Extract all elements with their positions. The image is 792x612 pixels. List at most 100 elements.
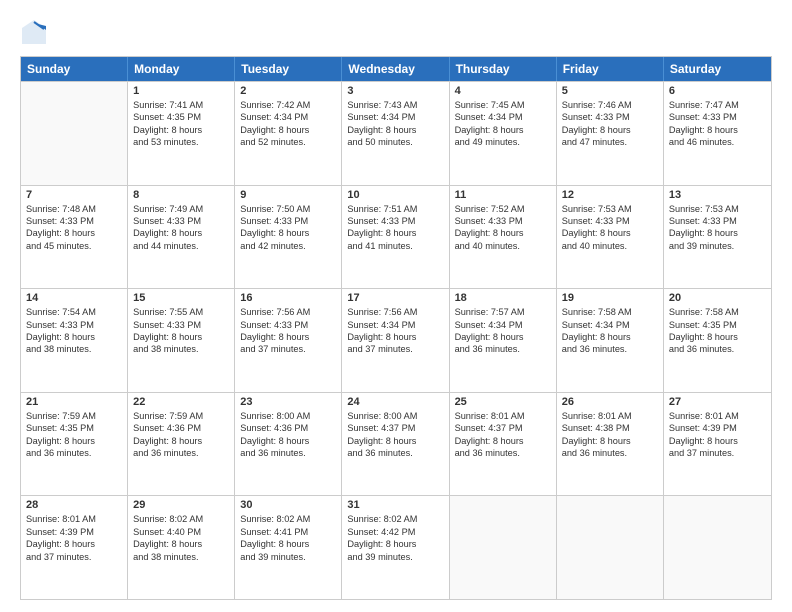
cal-week-row: 14Sunrise: 7:54 AMSunset: 4:33 PMDayligh… (21, 288, 771, 392)
day-number: 1 (133, 85, 229, 97)
sunrise-text: Sunrise: 7:59 AM (133, 410, 229, 422)
sunrise-text: Sunrise: 7:51 AM (347, 203, 443, 215)
daylight-label: Daylight: 8 hours (347, 435, 443, 447)
sunset-text: Sunset: 4:33 PM (133, 215, 229, 227)
sunrise-text: Sunrise: 8:01 AM (562, 410, 658, 422)
cal-cell: 26Sunrise: 8:01 AMSunset: 4:38 PMDayligh… (557, 393, 664, 496)
daylight-label: Daylight: 8 hours (240, 435, 336, 447)
sunset-text: Sunset: 4:39 PM (26, 526, 122, 538)
cal-cell: 18Sunrise: 7:57 AMSunset: 4:34 PMDayligh… (450, 289, 557, 392)
sunrise-text: Sunrise: 7:50 AM (240, 203, 336, 215)
daylight-label: Daylight: 8 hours (133, 227, 229, 239)
cal-cell: 17Sunrise: 7:56 AMSunset: 4:34 PMDayligh… (342, 289, 449, 392)
sunset-text: Sunset: 4:36 PM (133, 422, 229, 434)
sunrise-text: Sunrise: 7:56 AM (240, 306, 336, 318)
day-number: 3 (347, 85, 443, 97)
day-number: 4 (455, 85, 551, 97)
sunset-text: Sunset: 4:34 PM (562, 319, 658, 331)
daylight-minutes: and 37 minutes. (240, 343, 336, 355)
header (20, 18, 772, 46)
sunset-text: Sunset: 4:40 PM (133, 526, 229, 538)
sunset-text: Sunset: 4:33 PM (669, 111, 766, 123)
cal-week-row: 21 Sunrise: 7:59 AM Sunset: 4:35 PM Dayligh… (21, 392, 771, 496)
sunrise-text: Sunrise: 7:41 AM (133, 99, 229, 111)
daylight-label: Daylight: 8 hours (240, 227, 336, 239)
day-number: 10 (347, 189, 443, 201)
sunset-text: Sunset: 4:37 PM (455, 422, 551, 434)
day-number: 12 (562, 189, 658, 201)
day-number: 8 (133, 189, 229, 201)
sunrise-text: Sunrise: 8:02 AM (240, 513, 336, 525)
cal-week-row: 28Sunrise: 8:01 AMSunset: 4:39 PMDayligh… (21, 495, 771, 599)
sunrise-text: Sunrise: 8:01 AM (669, 410, 766, 422)
cal-cell: 8 Sunrise: 7:49 AMSunset: 4:33 PMDaylight… (128, 186, 235, 289)
sunset-text: Sunset: 4:33 PM (26, 215, 122, 227)
sunrise-text: Sunrise: 8:00 AM (347, 410, 443, 422)
sunset-text: Sunset: 4:34 PM (240, 111, 336, 123)
daylight-minutes: and 36 minutes. (562, 447, 658, 459)
cal-cell: 15Sunrise: 7:55 AMSunset: 4:33 PMDayligh… (128, 289, 235, 392)
cal-header-day: Wednesday (342, 57, 449, 81)
sunset-text: Sunset: 4:42 PM (347, 526, 443, 538)
sunrise-text: Sunrise: 8:02 AM (347, 513, 443, 525)
cal-cell: 7Sunrise: 7:48 AMSunset: 4:33 PMDaylight… (21, 186, 128, 289)
daylight-label: Daylight: 8 hours (240, 538, 336, 550)
daylight-label: Daylight: 8 hours (455, 124, 551, 136)
daylight-minutes: and 36 minutes. (133, 447, 229, 459)
day-number: 21 (26, 396, 122, 408)
daylight-minutes: and 47 minutes. (562, 136, 658, 148)
day-number: 16 (240, 292, 336, 304)
cal-cell (450, 496, 557, 599)
day-number: 17 (347, 292, 443, 304)
cal-cell: 3Sunrise: 7:43 AMSunset: 4:34 PMDaylight… (342, 82, 449, 185)
cal-cell: 25Sunrise: 8:01 AMSunset: 4:37 PMDayligh… (450, 393, 557, 496)
sunset-text: Sunset: 4:35 PM (26, 422, 122, 434)
cal-cell: 5Sunrise: 7:46 AMSunset: 4:33 PMDaylight… (557, 82, 664, 185)
logo-icon (20, 18, 48, 46)
daylight-minutes: and 38 minutes. (133, 343, 229, 355)
daylight-minutes: and 46 minutes. (669, 136, 766, 148)
day-number: 19 (562, 292, 658, 304)
cal-cell: 22Sunrise: 7:59 AMSunset: 4:36 PMDayligh… (128, 393, 235, 496)
daylight-label: Daylight: 8 hours (669, 435, 766, 447)
daylight-minutes: and 42 minutes. (240, 240, 336, 252)
sunset-text: Sunset: 4:33 PM (133, 319, 229, 331)
calendar: SundayMondayTuesdayWednesdayThursdayFrid… (20, 56, 772, 600)
daylight-label: Daylight: 8 hours (669, 331, 766, 343)
cal-cell: 11Sunrise: 7:52 AMSunset: 4:33 PMDayligh… (450, 186, 557, 289)
cal-cell: 19Sunrise: 7:58 AMSunset: 4:34 PMDayligh… (557, 289, 664, 392)
cal-cell: 21Sunrise: 7:59 AMSunset: 4:35 PMDayligh… (21, 393, 128, 496)
sunrise-text: Sunrise: 7:58 AM (562, 306, 658, 318)
cal-cell: 1Sunrise: 7:41 AMSunset: 4:35 PMDaylight… (128, 82, 235, 185)
day-number: 23 (240, 396, 336, 408)
day-number: 5 (562, 85, 658, 97)
day-number: 11 (455, 189, 551, 201)
daylight-minutes: and 41 minutes. (347, 240, 443, 252)
sunrise-text: Sunrise: 7:49 AM (133, 203, 229, 215)
sunrise-text: Sunrise: 7:43 AM (347, 99, 443, 111)
daylight-label: Daylight: 8 hours (455, 435, 551, 447)
cal-cell: 30Sunrise: 8:02 AMSunset: 4:41 PMDayligh… (235, 496, 342, 599)
sunset-text: Sunset: 4:33 PM (26, 319, 122, 331)
day-number: 13 (669, 189, 766, 201)
daylight-label: Daylight: 8 hours (669, 124, 766, 136)
daylight-label: Daylight: 8 hours (240, 331, 336, 343)
day-number: 7 (26, 189, 122, 201)
daylight-minutes: and 36 minutes. (669, 343, 766, 355)
daylight-minutes: and 36 minutes. (455, 447, 551, 459)
sunrise-text: Sunrise: 7:58 AM (669, 306, 766, 318)
daylight-minutes: and 37 minutes. (669, 447, 766, 459)
sunset-text: Sunset: 4:33 PM (240, 319, 336, 331)
sunset-text: Sunset: 4:34 PM (455, 111, 551, 123)
daylight-minutes: and 38 minutes. (26, 343, 122, 355)
daylight-minutes: and 50 minutes. (347, 136, 443, 148)
daylight-label: Daylight: 8 hours (133, 435, 229, 447)
cal-cell: 14Sunrise: 7:54 AMSunset: 4:33 PMDayligh… (21, 289, 128, 392)
sunrise-text: Sunrise: 7:55 AM (133, 306, 229, 318)
daylight-minutes: and 36 minutes. (26, 447, 122, 459)
sunset-text: Sunset: 4:39 PM (669, 422, 766, 434)
day-number: 24 (347, 396, 443, 408)
daylight-minutes: and 36 minutes. (455, 343, 551, 355)
logo (20, 18, 52, 46)
sunrise-text: Sunrise: 8:01 AM (26, 513, 122, 525)
